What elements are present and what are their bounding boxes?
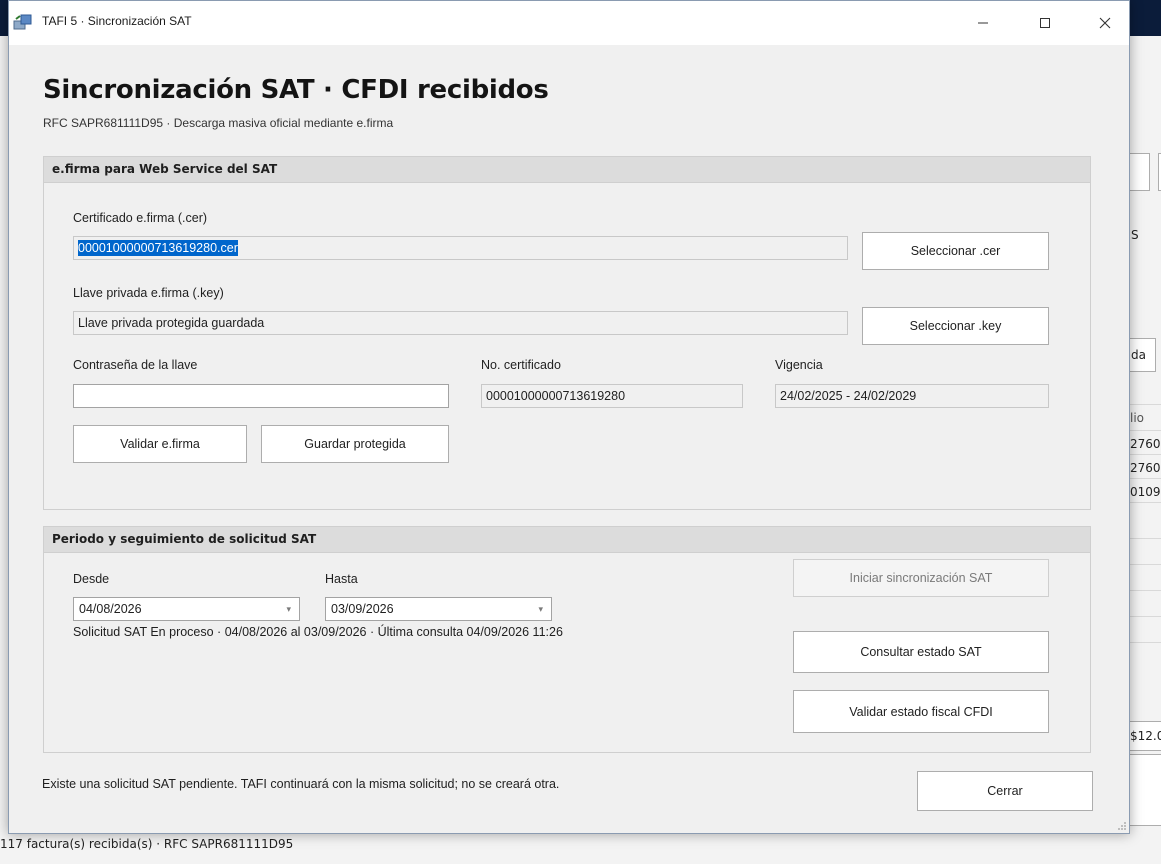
password-label: Contraseña de la llave — [73, 358, 198, 372]
password-input[interactable] — [73, 384, 449, 408]
to-date-picker[interactable]: 03/09/2026 ▾ — [325, 597, 552, 621]
to-label: Hasta — [325, 572, 358, 586]
check-sat-status-button[interactable]: Consultar estado SAT — [793, 631, 1049, 673]
period-panel-header: Periodo y seguimiento de solicitud SAT — [44, 527, 1090, 553]
background-area — [1130, 754, 1161, 826]
key-path-field[interactable]: Llave privada protegida guardada — [73, 311, 848, 335]
cer-label: Certificado e.firma (.cer) — [73, 211, 208, 225]
chevron-down-icon: ▾ — [286, 604, 291, 614]
background-column-header: lio — [1130, 411, 1145, 425]
select-cer-button[interactable]: Seleccionar .cer — [862, 232, 1049, 270]
background-cell: 01097 — [1130, 485, 1161, 499]
page-title: Sincronización SAT · CFDI recibidos — [43, 75, 549, 105]
period-section-title: Periodo y seguimiento de solicitud SAT — [52, 532, 317, 546]
validity-label: Vigencia — [775, 358, 823, 372]
efirma-section-title: e.firma para Web Service del SAT — [52, 162, 278, 176]
title-bar[interactable]: TAFI 5 · Sincronización SAT — [9, 1, 1129, 45]
background-status-bar: 117 factura(s) recibida(s) · RFC SAPR681… — [0, 837, 294, 851]
close-icon — [1099, 17, 1111, 29]
chevron-down-icon: ▾ — [538, 604, 543, 614]
efirma-panel: e.firma para Web Service del SAT Certifi… — [43, 156, 1091, 510]
minimize-button[interactable] — [960, 1, 1006, 45]
background-input-box[interactable] — [1130, 153, 1150, 191]
validate-fiscal-status-button[interactable]: Validar estado fiscal CFDI — [793, 690, 1049, 733]
background-button[interactable]: da — [1130, 338, 1156, 372]
select-key-button[interactable]: Seleccionar .key — [862, 307, 1049, 345]
background-cell: 27608 — [1130, 461, 1161, 475]
start-sync-button[interactable]: Iniciar sincronización SAT — [793, 559, 1049, 597]
background-fragment: $12.0 — [1130, 729, 1161, 743]
background-total-box: $12.0 — [1130, 721, 1161, 751]
cert-number-field: 00001000000713619280 — [481, 384, 743, 408]
from-date-value: 04/08/2026 — [79, 602, 142, 616]
save-protected-button[interactable]: Guardar protegida — [261, 425, 449, 463]
efirma-panel-header: e.firma para Web Service del SAT — [44, 157, 1090, 183]
close-window-button[interactable] — [1082, 1, 1128, 45]
background-app-right-edge: S da lio 27608 27608 01097 $12.0 — [1130, 36, 1161, 826]
to-date-value: 03/09/2026 — [331, 602, 394, 616]
resize-grip-icon[interactable] — [1117, 821, 1127, 831]
close-button[interactable]: Cerrar — [917, 771, 1093, 811]
background-fragment: da — [1131, 348, 1146, 362]
minimize-icon — [978, 22, 988, 24]
cer-path-field[interactable]: 00001000000713619280.cer — [73, 236, 848, 260]
page-subtitle: RFC SAPR681111D95 · Descarga masiva ofic… — [43, 116, 394, 130]
validate-efirma-button[interactable]: Validar e.firma — [73, 425, 247, 463]
cert-number-label: No. certificado — [481, 358, 561, 372]
validity-field: 24/02/2025 - 24/02/2029 — [775, 384, 1049, 408]
background-cell: 27608 — [1130, 437, 1161, 451]
window-title: TAFI 5 · Sincronización SAT — [42, 14, 192, 28]
sat-sync-dialog: TAFI 5 · Sincronización SAT Sincronizaci… — [8, 0, 1130, 834]
from-date-picker[interactable]: 04/08/2026 ▾ — [73, 597, 300, 621]
period-panel: Periodo y seguimiento de solicitud SAT D… — [43, 526, 1091, 753]
background-fragment: S — [1131, 228, 1139, 242]
app-icon — [13, 14, 32, 30]
from-label: Desde — [73, 572, 110, 586]
maximize-button[interactable] — [1022, 1, 1068, 45]
key-label: Llave privada e.firma (.key) — [73, 286, 224, 300]
cer-path-value: 00001000000713619280.cer — [78, 240, 238, 256]
maximize-icon — [1040, 18, 1050, 28]
pending-request-note: Existe una solicitud SAT pendiente. TAFI… — [42, 777, 560, 791]
request-status-text: Solicitud SAT En proceso · 04/08/2026 al… — [73, 625, 563, 639]
